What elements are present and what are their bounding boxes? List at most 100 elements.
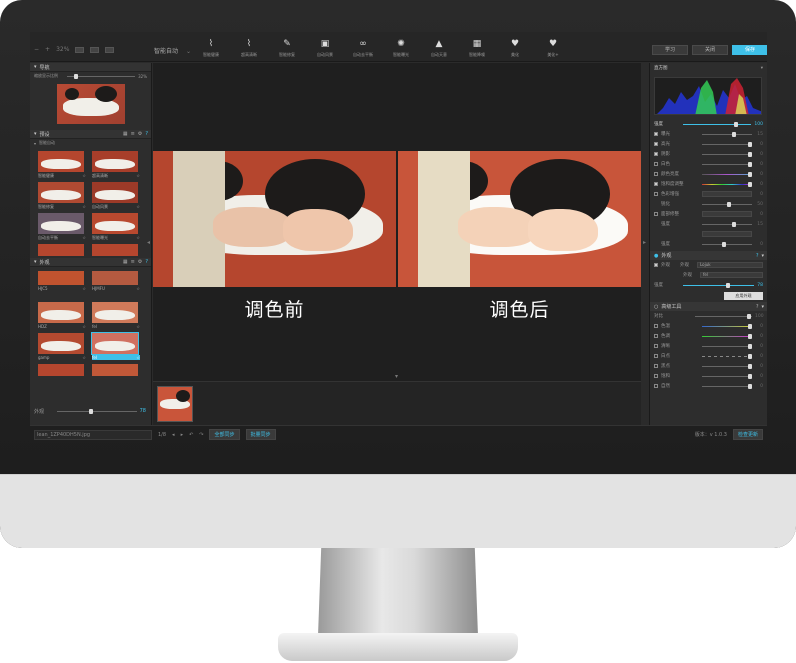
apply-look-button[interactable]: 应用外观 <box>724 292 763 300</box>
collapse-left-icon[interactable]: ◂ <box>147 239 150 246</box>
effect-item[interactable]: HDZ ☆ <box>38 302 86 330</box>
tool-smart-health[interactable]: ⌇ 智能健康 <box>192 38 230 58</box>
adjust-slider[interactable] <box>702 201 752 207</box>
adv-slider[interactable] <box>695 313 752 319</box>
collapse-right-icon[interactable]: ▸ <box>643 239 646 246</box>
checkbox[interactable] <box>654 142 658 146</box>
checkbox[interactable] <box>654 162 658 166</box>
preset-dropdown[interactable]: 智能自动 ⌄ <box>154 46 191 55</box>
tab-save[interactable]: 保存 <box>732 45 767 55</box>
zoom-in-button[interactable]: + <box>45 46 50 53</box>
checkbox[interactable] <box>654 192 658 196</box>
tool-auto-balance[interactable]: ∞ 自动去平衡 <box>344 38 382 58</box>
tool-ultra-sharpen[interactable]: ⌇ 超高清晰 <box>230 38 268 58</box>
checkbox[interactable] <box>654 384 658 388</box>
checkbox[interactable] <box>654 182 658 186</box>
tab-learn[interactable]: 学习 <box>652 45 688 55</box>
preset-item[interactable]: 自动去平衡 ☆ <box>38 213 86 241</box>
tool-auto-landscape[interactable]: ▣ 自动风景 <box>306 38 344 58</box>
checkbox[interactable] <box>654 344 658 348</box>
checkbox[interactable] <box>654 364 658 368</box>
help-icon[interactable]: ? <box>145 259 148 265</box>
look-strength-slider[interactable] <box>683 282 755 288</box>
adjust-dropdown[interactable] <box>702 231 752 237</box>
check-update-button[interactable]: 检查更新 <box>732 429 763 440</box>
look-enable-checkbox[interactable] <box>654 263 658 267</box>
adjust-slider[interactable] <box>702 131 752 137</box>
star-icon[interactable]: ☆ <box>136 355 140 360</box>
effect-item[interactable] <box>38 364 86 392</box>
adjust-slider[interactable] <box>702 141 752 147</box>
adv-slider[interactable] <box>702 323 752 329</box>
adv-slider[interactable] <box>702 363 752 369</box>
before-photo[interactable] <box>153 151 396 287</box>
checkbox[interactable] <box>654 212 658 216</box>
presets-header[interactable]: ▾ 预设 ▦ ≡ ⚙ ? <box>30 130 151 139</box>
strength-slider[interactable] <box>57 408 137 414</box>
adjust-slider[interactable] <box>702 161 752 167</box>
grid-view-icon[interactable]: ▦ <box>123 131 128 137</box>
checkbox[interactable] <box>654 152 658 156</box>
next-image-button[interactable]: ▸ <box>181 432 184 438</box>
star-icon[interactable]: ☆ <box>136 204 140 210</box>
adv-slider[interactable] <box>702 353 752 359</box>
list-view-icon[interactable]: ≡ <box>131 259 135 265</box>
adjust-dropdown[interactable] <box>702 191 752 197</box>
look-style-dropdown[interactable]: fel <box>700 272 763 278</box>
adjust-slider[interactable] <box>702 241 752 247</box>
sync-all-button[interactable]: 全部同步 <box>209 429 240 440</box>
view-single-icon[interactable] <box>75 46 85 53</box>
zoom-out-button[interactable]: − <box>34 46 39 53</box>
gear-icon[interactable]: ⚙ <box>138 259 142 265</box>
help-icon[interactable]: ? <box>756 253 759 259</box>
adjust-slider[interactable] <box>702 221 752 227</box>
grid-view-icon[interactable]: ▦ <box>123 259 128 265</box>
dropdown-icon[interactable]: ▾ <box>761 66 763 71</box>
preset-item[interactable]: 智能曝光 ☆ <box>92 213 140 241</box>
tone-slider[interactable] <box>683 121 752 127</box>
navigator-thumbnail[interactable] <box>56 84 125 124</box>
adjust-slider[interactable] <box>702 181 752 187</box>
star-icon[interactable]: ☆ <box>136 324 140 329</box>
batch-sync-button[interactable]: 批量同步 <box>245 429 276 440</box>
checkbox[interactable] <box>654 334 658 338</box>
effect-item[interactable]: gamp ☆ <box>38 333 86 361</box>
adv-slider[interactable] <box>702 333 752 339</box>
adv-slider[interactable] <box>702 383 752 389</box>
star-icon[interactable]: ☆ <box>82 355 86 360</box>
list-view-icon[interactable]: ≡ <box>131 131 135 137</box>
preset-item[interactable]: 智能健康 ☆ <box>38 151 86 179</box>
view-compare-icon[interactable] <box>105 46 115 53</box>
tab-close[interactable]: 关闭 <box>692 45 728 55</box>
tool-smart-exposure[interactable]: ✺ 智能曝光 <box>382 38 420 58</box>
checkbox[interactable] <box>654 374 658 378</box>
help-icon[interactable]: ? <box>756 304 759 310</box>
redo-icon[interactable]: ↷ <box>199 432 203 438</box>
tool-beautify-plus[interactable]: ♥ 美化+ <box>534 38 572 58</box>
tool-auto-sky[interactable]: ▲ 自动天意 <box>420 38 458 58</box>
after-photo[interactable] <box>398 151 641 287</box>
tool-beautify[interactable]: ♥ 美化 <box>496 38 534 58</box>
star-icon[interactable]: ☆ <box>82 173 86 179</box>
star-icon[interactable]: ☆ <box>82 235 86 241</box>
undo-icon[interactable]: ↶ <box>189 432 193 438</box>
advanced-section-header[interactable]: ○ 高级工具 ? ▾ <box>650 302 767 311</box>
adjust-slider[interactable] <box>702 171 752 177</box>
look-name-dropdown[interactable]: Lojuk <box>697 262 763 268</box>
gear-icon[interactable]: ⚙ <box>138 131 142 137</box>
star-icon[interactable]: ☆ <box>82 324 86 329</box>
star-icon[interactable]: ☆ <box>82 204 86 210</box>
prev-image-button[interactable]: ◂ <box>172 432 175 438</box>
look-section-header[interactable]: ● 外观 ? ▾ <box>650 251 767 260</box>
effect-item[interactable]: fel ☆ <box>92 302 140 330</box>
star-icon[interactable]: ☆ <box>136 173 140 179</box>
star-icon[interactable]: ☆ <box>136 286 140 291</box>
adjust-dropdown[interactable] <box>702 211 752 217</box>
tool-smart-repair[interactable]: ✎ 智能修复 <box>268 38 306 58</box>
navigator-header[interactable]: ▾ 导航 <box>30 63 151 72</box>
adv-slider[interactable] <box>702 373 752 379</box>
presets-group[interactable]: ▾ 智能自动 <box>30 139 151 147</box>
effect-item-selected[interactable]: fel ☆ <box>91 332 140 361</box>
star-icon[interactable]: ☆ <box>82 286 86 291</box>
view-split-icon[interactable] <box>90 46 100 53</box>
